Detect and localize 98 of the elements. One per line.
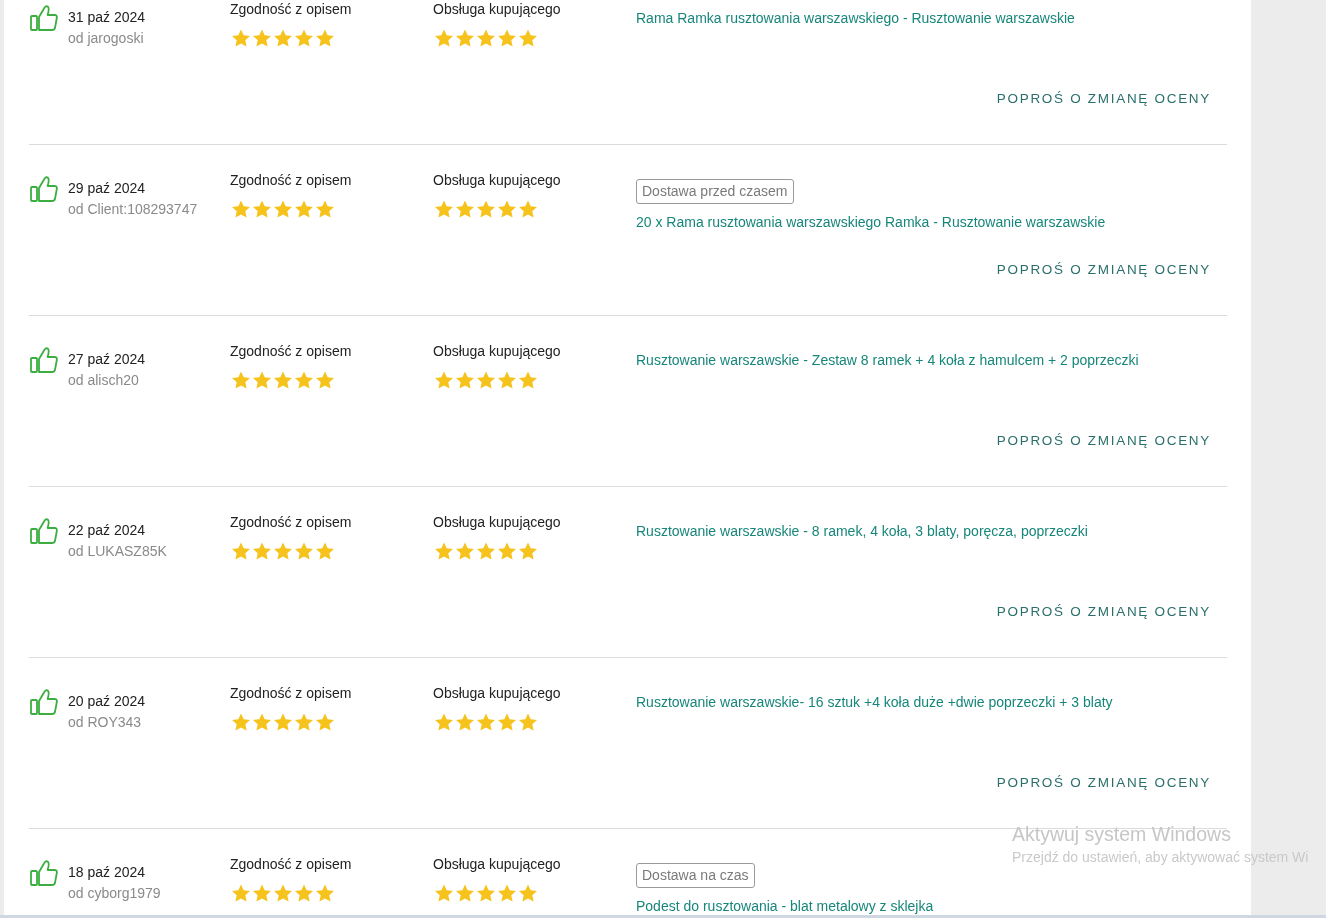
change-rating-button[interactable]: POPROŚ O ZMIANĘ OCENY (994, 423, 1211, 459)
product-link[interactable]: Rusztowanie warszawskie- 16 sztuk +4 koła duże +dwie poprzeczki + 3 blaty (636, 692, 1113, 712)
star-icon (498, 884, 516, 902)
star-icon (456, 29, 474, 47)
star-icon (519, 29, 537, 47)
star-icon (253, 29, 271, 47)
star-icon (316, 200, 334, 218)
rating-label: Obsługa kupującego (433, 855, 562, 873)
delivery-badge: Dostawa na czas (636, 863, 755, 888)
rating-label: Obsługa kupującego (433, 0, 562, 18)
product-link[interactable]: Podest do rusztowania - blat metalowy z sklejka (636, 896, 934, 915)
reviewer-name: od jarogoski (68, 29, 145, 48)
review-date: 27 paź 2024 (68, 350, 146, 369)
star-icon (477, 29, 495, 47)
rating-label: Obsługa kupującego (433, 171, 562, 189)
star-icon (435, 542, 453, 560)
star-icon (232, 29, 250, 47)
star-icon (316, 713, 334, 731)
star-icon (435, 29, 453, 47)
star-icon (316, 884, 334, 902)
star-icon (316, 542, 334, 560)
star-icon (232, 713, 250, 731)
review-date: 29 paź 2024 (68, 179, 147, 198)
star-icon (295, 200, 313, 218)
star-icon (274, 713, 292, 731)
rating-label: Zgodność z opisem (230, 342, 353, 360)
star-icon (316, 29, 334, 47)
star-icon (456, 542, 474, 560)
review-date: 22 paź 2024 (68, 521, 147, 540)
star-icon (274, 542, 292, 560)
delivery-badge: Dostawa przed czasem (636, 179, 794, 204)
reviewer-name: od cyborg1979 (68, 884, 161, 903)
star-icon (435, 371, 453, 389)
review-date: 20 paź 2024 (68, 692, 146, 711)
star-icon (232, 371, 250, 389)
star-icon (316, 371, 334, 389)
product-link[interactable]: Rusztowanie warszawskie - 8 ramek, 4 koła, 3 blaty, poręcza, poprzeczki (636, 521, 1088, 541)
star-icon (456, 713, 474, 731)
product-link[interactable]: 20 x Rama rusztowania warszawskiego Ramka - Rusztowanie warszawskie (636, 212, 1106, 232)
star-icon (477, 713, 495, 731)
review-date: 18 paź 2024 (68, 863, 147, 882)
change-rating-button[interactable]: POPROŚ O ZMIANĘ OCENY (994, 765, 1211, 801)
star-icon (274, 371, 292, 389)
product-link[interactable]: Rama Ramka rusztowania warszawskiego - Rusztowanie warszawskie (636, 8, 1075, 28)
star-icon (456, 884, 474, 902)
star-icon (295, 542, 313, 560)
reviewer-name: od ROY343 (68, 713, 143, 732)
star-icon (253, 542, 271, 560)
star-icon (456, 371, 474, 389)
change-rating-button[interactable]: POPROŚ O ZMIANĘ OCENY (994, 594, 1211, 630)
rating-label: Obsługa kupującego (433, 342, 562, 360)
star-icon (295, 884, 313, 902)
star-icon (253, 884, 271, 902)
change-rating-button[interactable]: POPROŚ O ZMIANĘ OCENY (994, 252, 1211, 288)
star-icon (253, 200, 271, 218)
star-icon (274, 29, 292, 47)
rating-label: Zgodność z opisem (230, 0, 353, 18)
star-icon (519, 371, 537, 389)
star-icon (232, 542, 250, 560)
star-icon (456, 200, 474, 218)
star-icon (253, 371, 271, 389)
star-icon (498, 29, 516, 47)
review-date: 31 paź 2024 (68, 8, 146, 27)
star-icon (498, 713, 516, 731)
star-icon (477, 542, 495, 560)
product-link[interactable]: Rusztowanie warszawskie - Zestaw 8 ramek + 4 koła z hamulcem + 2 poprzeczki (636, 350, 1139, 370)
change-rating-button[interactable]: POPROŚ O ZMIANĘ OCENY (994, 81, 1211, 117)
watermark-title: Aktywuj system Windows (1012, 822, 1232, 847)
star-icon (435, 200, 453, 218)
star-icon (295, 371, 313, 389)
star-icon (498, 542, 516, 560)
star-icon (232, 884, 250, 902)
rating-label: Obsługa kupującego (433, 513, 562, 531)
star-icon (519, 713, 537, 731)
rating-label: Zgodność z opisem (230, 684, 353, 702)
reviewer-name: od LUKASZ85K (68, 542, 167, 561)
star-icon (477, 884, 495, 902)
rating-label: Obsługa kupującego (433, 684, 562, 702)
star-icon (519, 542, 537, 560)
reviewer-name: od Client:108293747 (68, 200, 198, 219)
star-icon (253, 713, 271, 731)
rating-label: Zgodność z opisem (230, 513, 353, 531)
star-icon (274, 884, 292, 902)
star-icon (295, 713, 313, 731)
star-icon (519, 200, 537, 218)
star-icon (274, 200, 292, 218)
rating-label: Zgodność z opisem (230, 171, 353, 189)
reviewer-name: od alisch20 (68, 371, 140, 390)
star-icon (435, 884, 453, 902)
star-icon (519, 884, 537, 902)
star-icon (477, 200, 495, 218)
star-icon (295, 29, 313, 47)
star-icon (232, 200, 250, 218)
star-icon (498, 371, 516, 389)
star-icon (435, 713, 453, 731)
star-icon (477, 371, 495, 389)
rating-label: Zgodność z opisem (230, 855, 353, 873)
star-icon (498, 200, 516, 218)
